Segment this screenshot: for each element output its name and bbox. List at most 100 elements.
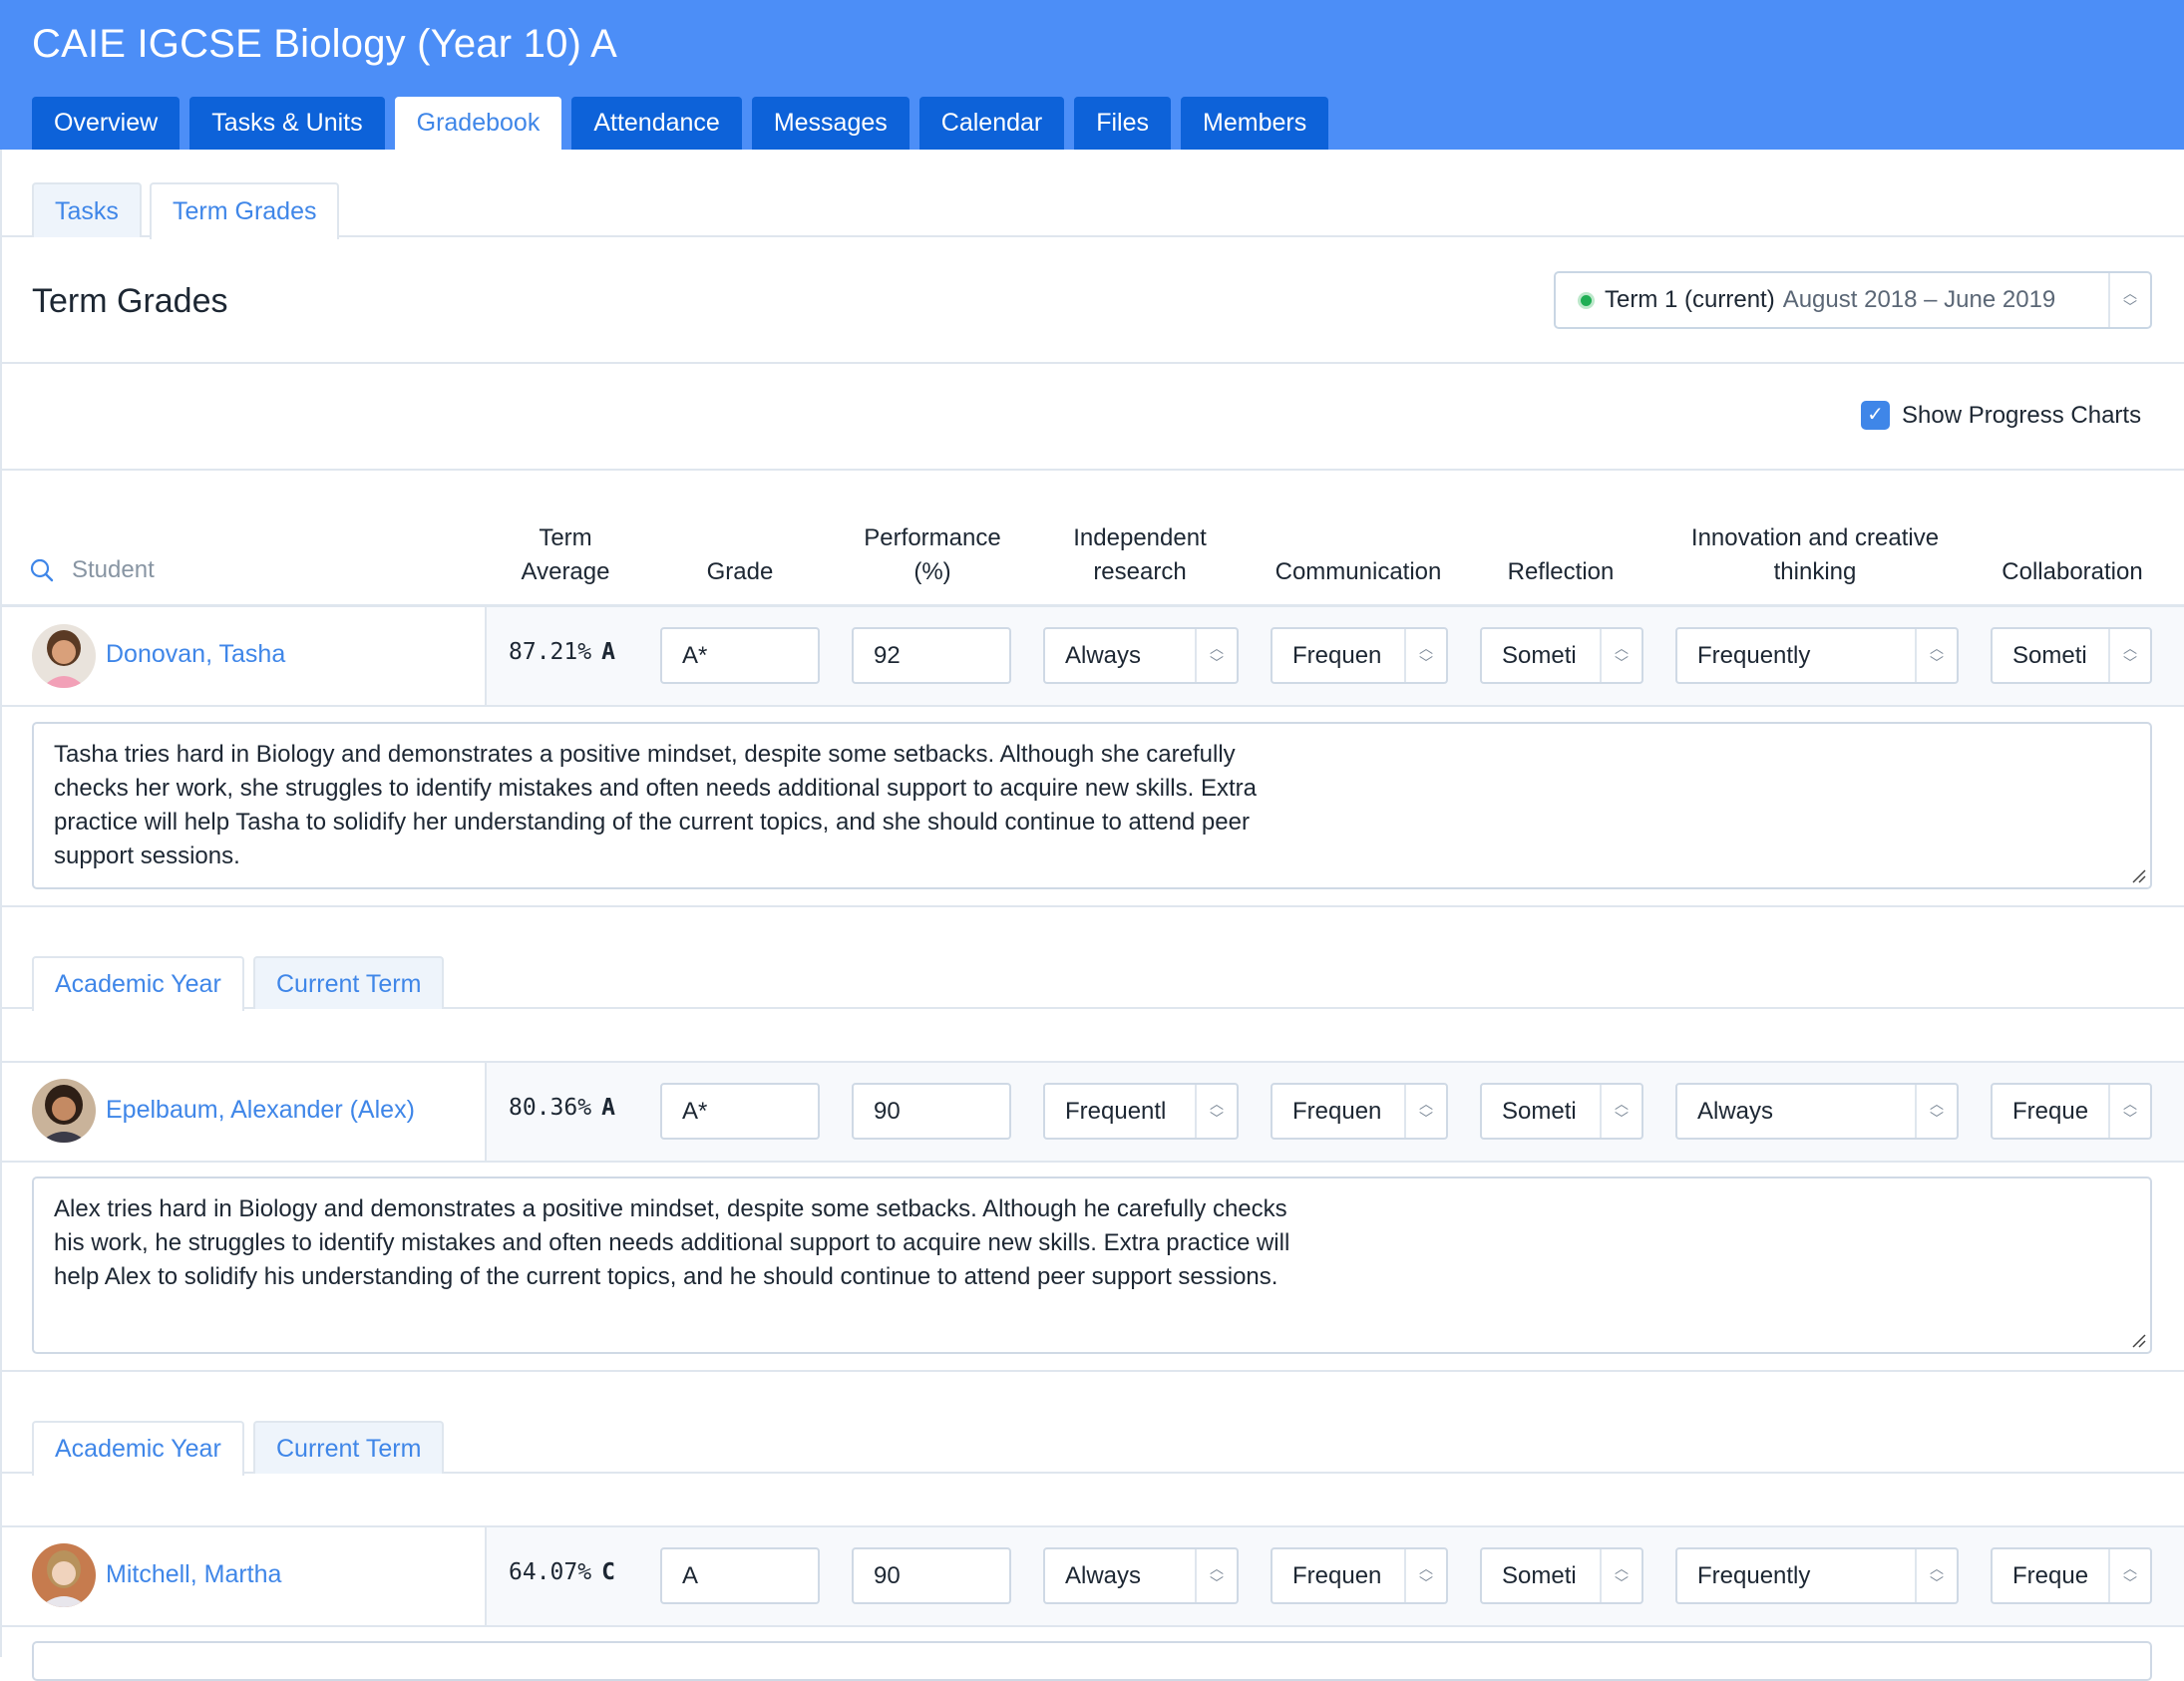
column-label: Average bbox=[521, 558, 610, 585]
column-label: Performance bbox=[864, 524, 1001, 551]
term-average-value: 64.07% bbox=[509, 1559, 592, 1585]
select-value: Always bbox=[1697, 1098, 1774, 1125]
tab-files[interactable]: Files bbox=[1074, 97, 1172, 150]
communication-select[interactable]: Frequen ︿ ﹀ bbox=[1271, 627, 1448, 684]
column-label: Term bbox=[539, 524, 592, 551]
course-header: CAIE IGCSE Biology (Year 10) A Overview … bbox=[0, 0, 2184, 150]
select-arrows-icon: ︿ ﹀ bbox=[1915, 1085, 1957, 1138]
select-value: Always bbox=[1065, 642, 1142, 669]
column-reflection[interactable]: Reflection bbox=[1476, 555, 1645, 589]
innovation-select[interactable]: Frequently ︿ ﹀ bbox=[1675, 1547, 1959, 1604]
reflection-select[interactable]: Someti ︿ ﹀ bbox=[1480, 627, 1643, 684]
collaboration-select[interactable]: Freque ︿ ﹀ bbox=[1991, 1083, 2152, 1140]
collaboration-select[interactable]: Someti ︿ ﹀ bbox=[1991, 627, 2152, 684]
reflection-select[interactable]: Someti ︿ ﹀ bbox=[1480, 1083, 1643, 1140]
column-innovation[interactable]: Innovation and creative thinking bbox=[1655, 521, 1975, 589]
student-search-placeholder: Student bbox=[72, 556, 155, 583]
term-letter-grade: A bbox=[601, 639, 615, 665]
student-name-link[interactable]: Donovan, Tasha bbox=[106, 640, 285, 669]
communication-select[interactable]: Frequen ︿ ﹀ bbox=[1271, 1083, 1448, 1140]
select-arrows-icon: ︿ ﹀ bbox=[1404, 1549, 1446, 1602]
comment-textarea[interactable]: Tasha tries hard in Biology and demonstr… bbox=[32, 722, 2152, 889]
avatar bbox=[32, 624, 96, 688]
tab-current-term[interactable]: Current Term bbox=[253, 956, 445, 1009]
independent-research-select[interactable]: Always ︿ ﹀ bbox=[1043, 1547, 1239, 1604]
tab-gradebook[interactable]: Gradebook bbox=[394, 97, 562, 150]
tab-attendance[interactable]: Attendance bbox=[571, 97, 742, 150]
grade-input[interactable]: A* bbox=[660, 627, 820, 684]
tab-calendar[interactable]: Calendar bbox=[918, 97, 1065, 150]
comment-textarea[interactable]: Alex tries hard in Biology and demonstra… bbox=[32, 1177, 2152, 1354]
tab-academic-year[interactable]: Academic Year bbox=[32, 1421, 244, 1476]
tab-members[interactable]: Members bbox=[1181, 97, 1329, 150]
term-letter-grade: C bbox=[601, 1559, 615, 1585]
tab-tasks-units[interactable]: Tasks & Units bbox=[189, 97, 385, 150]
grade-input[interactable]: A bbox=[660, 1547, 820, 1604]
grade-input[interactable]: A* bbox=[660, 1083, 820, 1140]
main-tabs: Overview Tasks & Units Gradebook Attenda… bbox=[32, 97, 1329, 150]
select-value: Someti bbox=[1502, 1098, 1577, 1125]
student-search[interactable]: Student bbox=[30, 556, 155, 584]
show-progress-charts-label: Show Progress Charts bbox=[1902, 401, 2142, 429]
subtab-term-grades[interactable]: Term Grades bbox=[150, 182, 340, 239]
show-progress-charts-toggle[interactable]: ✓ Show Progress Charts bbox=[1861, 401, 2141, 430]
comment-text: Alex tries hard in Biology and demonstra… bbox=[54, 1195, 1290, 1290]
tab-overview[interactable]: Overview bbox=[32, 97, 181, 150]
search-icon bbox=[30, 558, 54, 582]
performance-input[interactable]: 92 bbox=[852, 627, 1011, 684]
tab-current-term[interactable]: Current Term bbox=[253, 1421, 445, 1474]
term-average: 64.07% C bbox=[509, 1559, 615, 1585]
checkbox-checked-icon[interactable]: ✓ bbox=[1861, 401, 1890, 430]
current-term-status-dot bbox=[1578, 291, 1595, 309]
resize-handle-icon[interactable] bbox=[2130, 1332, 2146, 1348]
select-value: Frequently bbox=[1697, 642, 1811, 669]
column-label: (%) bbox=[913, 558, 951, 585]
collaboration-select[interactable]: Freque ︿ ﹀ bbox=[1991, 1547, 2152, 1604]
select-arrows-icon: ︿ ﹀ bbox=[2108, 1549, 2150, 1602]
communication-select[interactable]: Frequen ︿ ﹀ bbox=[1271, 1547, 1448, 1604]
tab-academic-year[interactable]: Academic Year bbox=[32, 956, 244, 1011]
student-name-link[interactable]: Mitchell, Martha bbox=[106, 1560, 281, 1589]
independent-research-select[interactable]: Frequentl ︿ ﹀ bbox=[1043, 1083, 1239, 1140]
divider bbox=[0, 362, 2184, 364]
term-average-value: 80.36% bbox=[509, 1095, 592, 1121]
resize-handle-icon[interactable] bbox=[2130, 867, 2146, 883]
select-arrows-icon: ︿ ﹀ bbox=[1195, 1085, 1237, 1138]
select-value: Frequen bbox=[1292, 1562, 1382, 1589]
column-collaboration[interactable]: Collaboration bbox=[1985, 555, 2160, 589]
column-term-average[interactable]: Term Average bbox=[499, 521, 632, 589]
student-name-link[interactable]: Epelbaum, Alexander (Alex) bbox=[106, 1096, 415, 1125]
table-row: Epelbaum, Alexander (Alex) 80.36% A A* 90… bbox=[0, 1063, 2184, 1161]
performance-input[interactable]: 90 bbox=[852, 1083, 1011, 1140]
column-independent-research[interactable]: Independent research bbox=[1040, 521, 1240, 589]
select-arrows-icon: ︿ ﹀ bbox=[1195, 629, 1237, 682]
column-communication[interactable]: Communication bbox=[1257, 555, 1460, 589]
select-arrows-icon: ︿ ﹀ bbox=[1404, 629, 1446, 682]
column-grade[interactable]: Grade bbox=[660, 555, 820, 589]
table-row: Donovan, Tasha 87.21% A A* 92 Always ︿ ﹀ Fr… bbox=[0, 607, 2184, 705]
divider bbox=[0, 1370, 2184, 1372]
innovation-select[interactable]: Frequently ︿ ﹀ bbox=[1675, 627, 1959, 684]
column-label: Independent bbox=[1073, 524, 1207, 551]
reflection-select[interactable]: Someti ︿ ﹀ bbox=[1480, 1547, 1643, 1604]
column-performance[interactable]: Performance (%) bbox=[838, 521, 1027, 589]
select-arrows-icon: ︿ ﹀ bbox=[1404, 1085, 1446, 1138]
term-select[interactable]: Term 1 (current) August 2018 – June 2019… bbox=[1554, 271, 2152, 329]
term-dates: August 2018 – June 2019 bbox=[1782, 286, 2056, 313]
select-value: Someti bbox=[1502, 642, 1577, 669]
select-value: Someti bbox=[1502, 1562, 1577, 1589]
independent-research-select[interactable]: Always ︿ ﹀ bbox=[1043, 627, 1239, 684]
select-arrows-icon: ︿ ﹀ bbox=[2108, 273, 2150, 327]
column-label: thinking bbox=[1773, 558, 1857, 585]
select-arrows-icon: ︿ ﹀ bbox=[1195, 1549, 1237, 1602]
gradebook-subtabs: Tasks Term Grades bbox=[0, 182, 2184, 239]
course-title: CAIE IGCSE Biology (Year 10) A bbox=[32, 22, 618, 66]
column-label: research bbox=[1093, 558, 1187, 585]
performance-input[interactable]: 90 bbox=[852, 1547, 1011, 1604]
tab-messages[interactable]: Messages bbox=[751, 97, 910, 150]
comment-textarea[interactable] bbox=[32, 1641, 2152, 1681]
innovation-select[interactable]: Always ︿ ﹀ bbox=[1675, 1083, 1959, 1140]
avatar bbox=[32, 1079, 96, 1143]
select-arrows-icon: ︿ ﹀ bbox=[1915, 1549, 1957, 1602]
subtab-tasks[interactable]: Tasks bbox=[32, 182, 142, 237]
